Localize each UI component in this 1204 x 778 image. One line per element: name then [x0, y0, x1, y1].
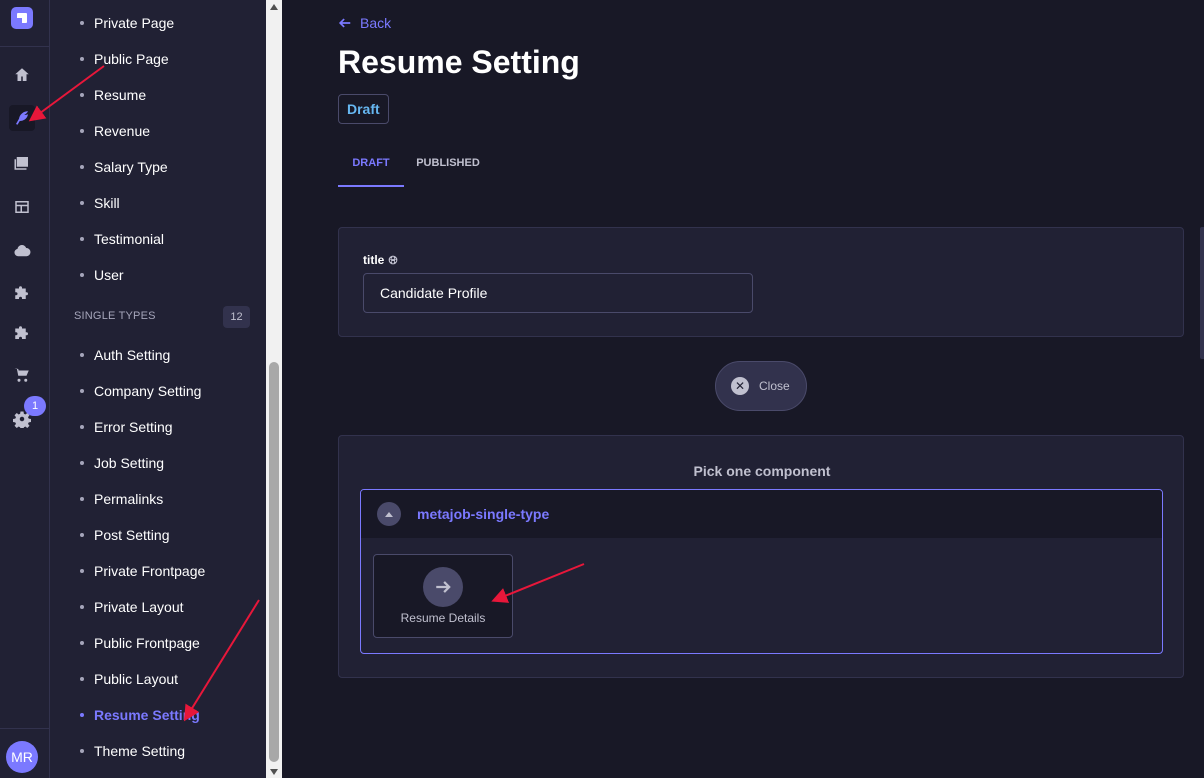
nav-item-error-setting[interactable]: Error Setting	[80, 417, 173, 437]
component-picker-card: Pick one component metajob-single-type R…	[338, 435, 1184, 678]
puzzle-icon[interactable]	[9, 320, 35, 346]
nav-item-user[interactable]: User	[80, 265, 124, 285]
tab-draft[interactable]: DRAFT	[338, 150, 404, 187]
title-field-label: title	[363, 253, 398, 267]
arrow-right-icon	[423, 567, 463, 607]
nav-scrollbar[interactable]	[266, 0, 282, 778]
puzzle-icon[interactable]	[9, 280, 35, 306]
title-input[interactable]	[363, 273, 753, 313]
side-panel-edge	[1200, 227, 1204, 359]
scroll-thumb[interactable]	[269, 362, 279, 762]
single-types-count: 12	[223, 306, 250, 328]
globe-icon	[388, 255, 398, 265]
rail-divider	[0, 46, 50, 47]
avatar[interactable]: MR	[6, 741, 38, 773]
nav-item-permalinks[interactable]: Permalinks	[80, 489, 163, 509]
nav-item-resume-setting[interactable]: Resume Setting	[80, 705, 200, 725]
chevron-up-icon[interactable]	[377, 502, 401, 526]
component-tile-label: Resume Details	[400, 611, 486, 625]
nav-item-revenue[interactable]: Revenue	[80, 121, 150, 141]
nav-item-public-layout[interactable]: Public Layout	[80, 669, 178, 689]
nav-item-private-frontpage[interactable]: Private Frontpage	[80, 561, 205, 581]
tab-published[interactable]: PUBLISHED	[408, 150, 488, 187]
close-button[interactable]: ✕ Close	[715, 361, 807, 411]
nav-item-private-page[interactable]: Private Page	[80, 13, 174, 33]
cart-icon[interactable]	[9, 362, 35, 388]
main-nav-rail: 1 MR	[0, 0, 50, 778]
nav-item-company-setting[interactable]: Company Setting	[80, 381, 201, 401]
component-tile-resume-details[interactable]: Resume Details	[373, 554, 513, 638]
back-label: Back	[360, 15, 392, 31]
settings-notification-badge: 1	[24, 396, 46, 416]
nav-item-public-frontpage[interactable]: Public Frontpage	[80, 633, 200, 653]
nav-item-testimonial[interactable]: Testimonial	[80, 229, 164, 249]
close-button-label: Close	[759, 379, 790, 393]
scroll-down-icon[interactable]	[270, 769, 278, 775]
home-icon[interactable]	[9, 62, 35, 88]
component-picker-heading: Pick one component	[693, 463, 831, 479]
media-icon[interactable]	[9, 150, 35, 176]
page-title: Resume Setting	[338, 44, 580, 80]
single-types-heading: SINGLE TYPES	[74, 310, 156, 322]
component-category-title: metajob-single-type	[417, 506, 550, 522]
nav-item-post-setting[interactable]: Post Setting	[80, 525, 170, 545]
main-content: Back Resume Setting Draft DRAFT PUBLISHE…	[282, 0, 1204, 778]
scroll-up-icon[interactable]	[270, 4, 278, 10]
status-badge: Draft	[338, 94, 389, 124]
title-label-text: title	[363, 253, 385, 267]
nav-item-skill[interactable]: Skill	[80, 193, 120, 213]
nav-item-auth-setting[interactable]: Auth Setting	[80, 345, 170, 365]
cloud-icon[interactable]	[9, 238, 35, 264]
layout-icon[interactable]	[9, 194, 35, 220]
nav-item-private-layout[interactable]: Private Layout	[80, 597, 184, 617]
nav-item-salary-type[interactable]: Salary Type	[80, 157, 168, 177]
nav-item-public-page[interactable]: Public Page	[80, 49, 169, 69]
app-logo[interactable]	[11, 7, 33, 29]
back-link[interactable]: Back	[338, 15, 391, 31]
nav-item-theme-setting[interactable]: Theme Setting	[80, 741, 185, 761]
component-category-accordion: metajob-single-type Resume Details	[360, 489, 1163, 654]
content-type-nav: Private Page Public Page Resume Revenue …	[50, 0, 266, 778]
close-icon: ✕	[731, 377, 749, 395]
title-field-card: title	[338, 227, 1184, 337]
nav-item-job-setting[interactable]: Job Setting	[80, 453, 164, 473]
arrow-left-icon	[338, 18, 351, 28]
nav-item-resume[interactable]: Resume	[80, 85, 146, 105]
component-category-header[interactable]: metajob-single-type	[361, 490, 1162, 538]
rail-divider	[0, 728, 50, 729]
feather-icon[interactable]	[9, 105, 35, 131]
